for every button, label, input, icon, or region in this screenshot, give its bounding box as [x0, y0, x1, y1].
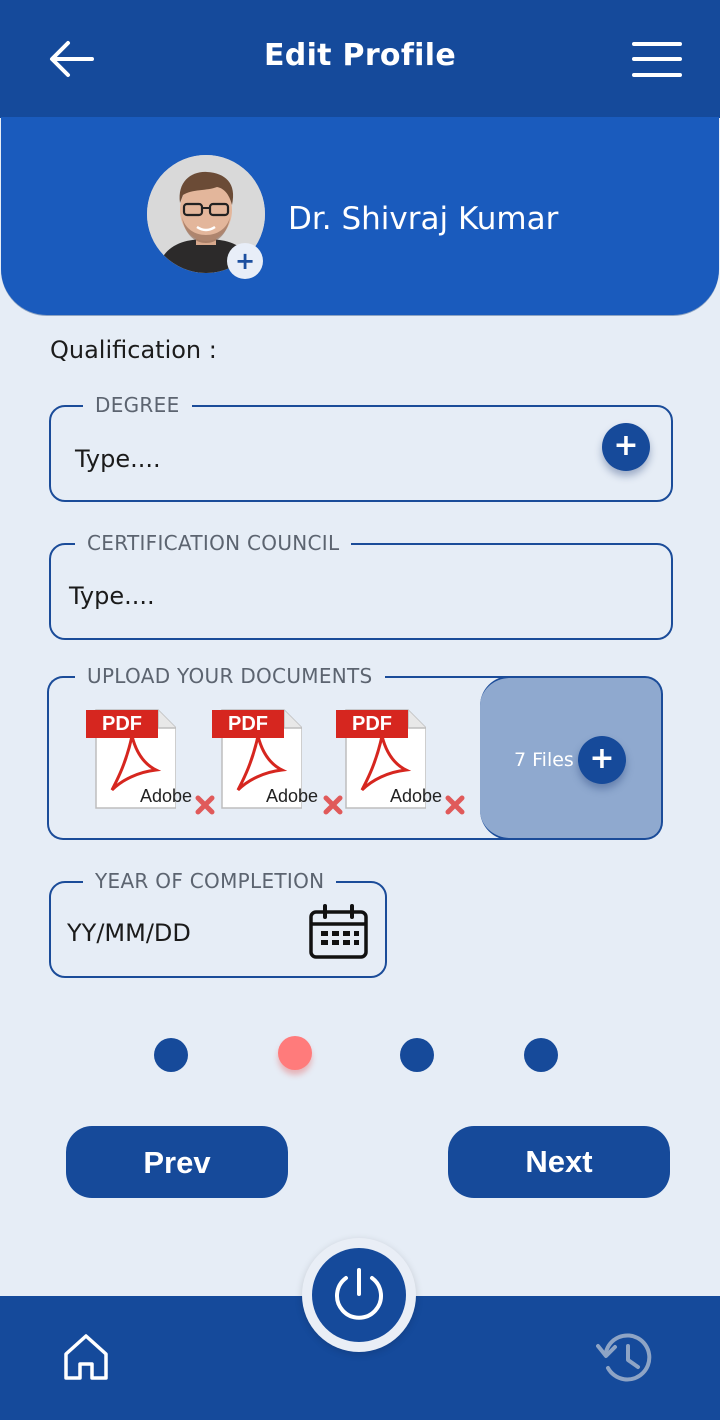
next-button[interactable]: Next	[448, 1126, 670, 1198]
degree-label: DEGREE	[83, 393, 192, 417]
home-icon	[64, 1334, 108, 1380]
home-button[interactable]	[62, 1332, 110, 1382]
pager-dot-3[interactable]	[400, 1038, 434, 1072]
pdf-brand: Adobe	[266, 786, 319, 806]
pager-dot-2-active[interactable]	[278, 1036, 312, 1070]
power-button[interactable]	[312, 1248, 406, 1342]
remove-document-3-button[interactable]	[443, 793, 467, 817]
menu-button[interactable]	[632, 40, 684, 80]
add-documents-box[interactable]: 7 Files +	[480, 676, 663, 840]
pdf-document-3[interactable]: PDF Adobe	[336, 708, 442, 810]
year-of-completion-label: YEAR OF COMPLETION	[83, 869, 337, 893]
hamburger-menu-icon	[632, 42, 682, 46]
pager-dot-1[interactable]	[154, 1038, 188, 1072]
certification-council-label: CERTIFICATION COUNCIL	[75, 531, 352, 555]
calendar-button[interactable]	[308, 904, 370, 960]
pdf-brand: Adobe	[390, 786, 443, 806]
hamburger-line	[632, 73, 682, 77]
degree-field[interactable]: DEGREE Type....	[49, 393, 673, 502]
avatar-add-button[interactable]: +	[227, 243, 263, 279]
add-document-button[interactable]: +	[578, 736, 626, 784]
profile-header-panel: + Dr. Shivraj Kumar	[1, 117, 719, 315]
upload-documents-label: UPLOAD YOUR DOCUMENTS	[75, 664, 385, 688]
qualification-label: Qualification :	[50, 336, 217, 364]
pdf-badge: PDF	[86, 710, 158, 738]
year-of-completion-input[interactable]: YY/MM/DD	[67, 919, 191, 947]
pdf-badge: PDF	[212, 710, 284, 738]
top-app-bar: Edit Profile	[0, 0, 720, 118]
degree-input[interactable]: Type....	[75, 445, 161, 473]
pdf-badge: PDF	[336, 710, 408, 738]
hamburger-line	[632, 57, 682, 61]
page-title: Edit Profile	[264, 38, 456, 73]
close-icon	[445, 795, 465, 815]
calendar-icon	[309, 904, 368, 959]
pager-dot-4[interactable]	[524, 1038, 558, 1072]
history-icon	[596, 1333, 652, 1382]
add-degree-button[interactable]: +	[602, 423, 650, 471]
profile-name: Dr. Shivraj Kumar	[288, 201, 559, 237]
certification-council-input[interactable]: Type....	[69, 582, 155, 610]
history-button[interactable]	[596, 1330, 654, 1386]
power-icon	[335, 1268, 383, 1320]
prev-button[interactable]: Prev	[66, 1126, 288, 1198]
certification-council-field[interactable]: CERTIFICATION COUNCIL Type....	[49, 531, 673, 640]
pdf-document-1[interactable]: PDF Adobe	[86, 708, 192, 810]
files-count: 7 Files	[514, 749, 574, 771]
pdf-document-2[interactable]: PDF Adobe	[212, 708, 318, 810]
pdf-brand: Adobe	[140, 786, 193, 806]
